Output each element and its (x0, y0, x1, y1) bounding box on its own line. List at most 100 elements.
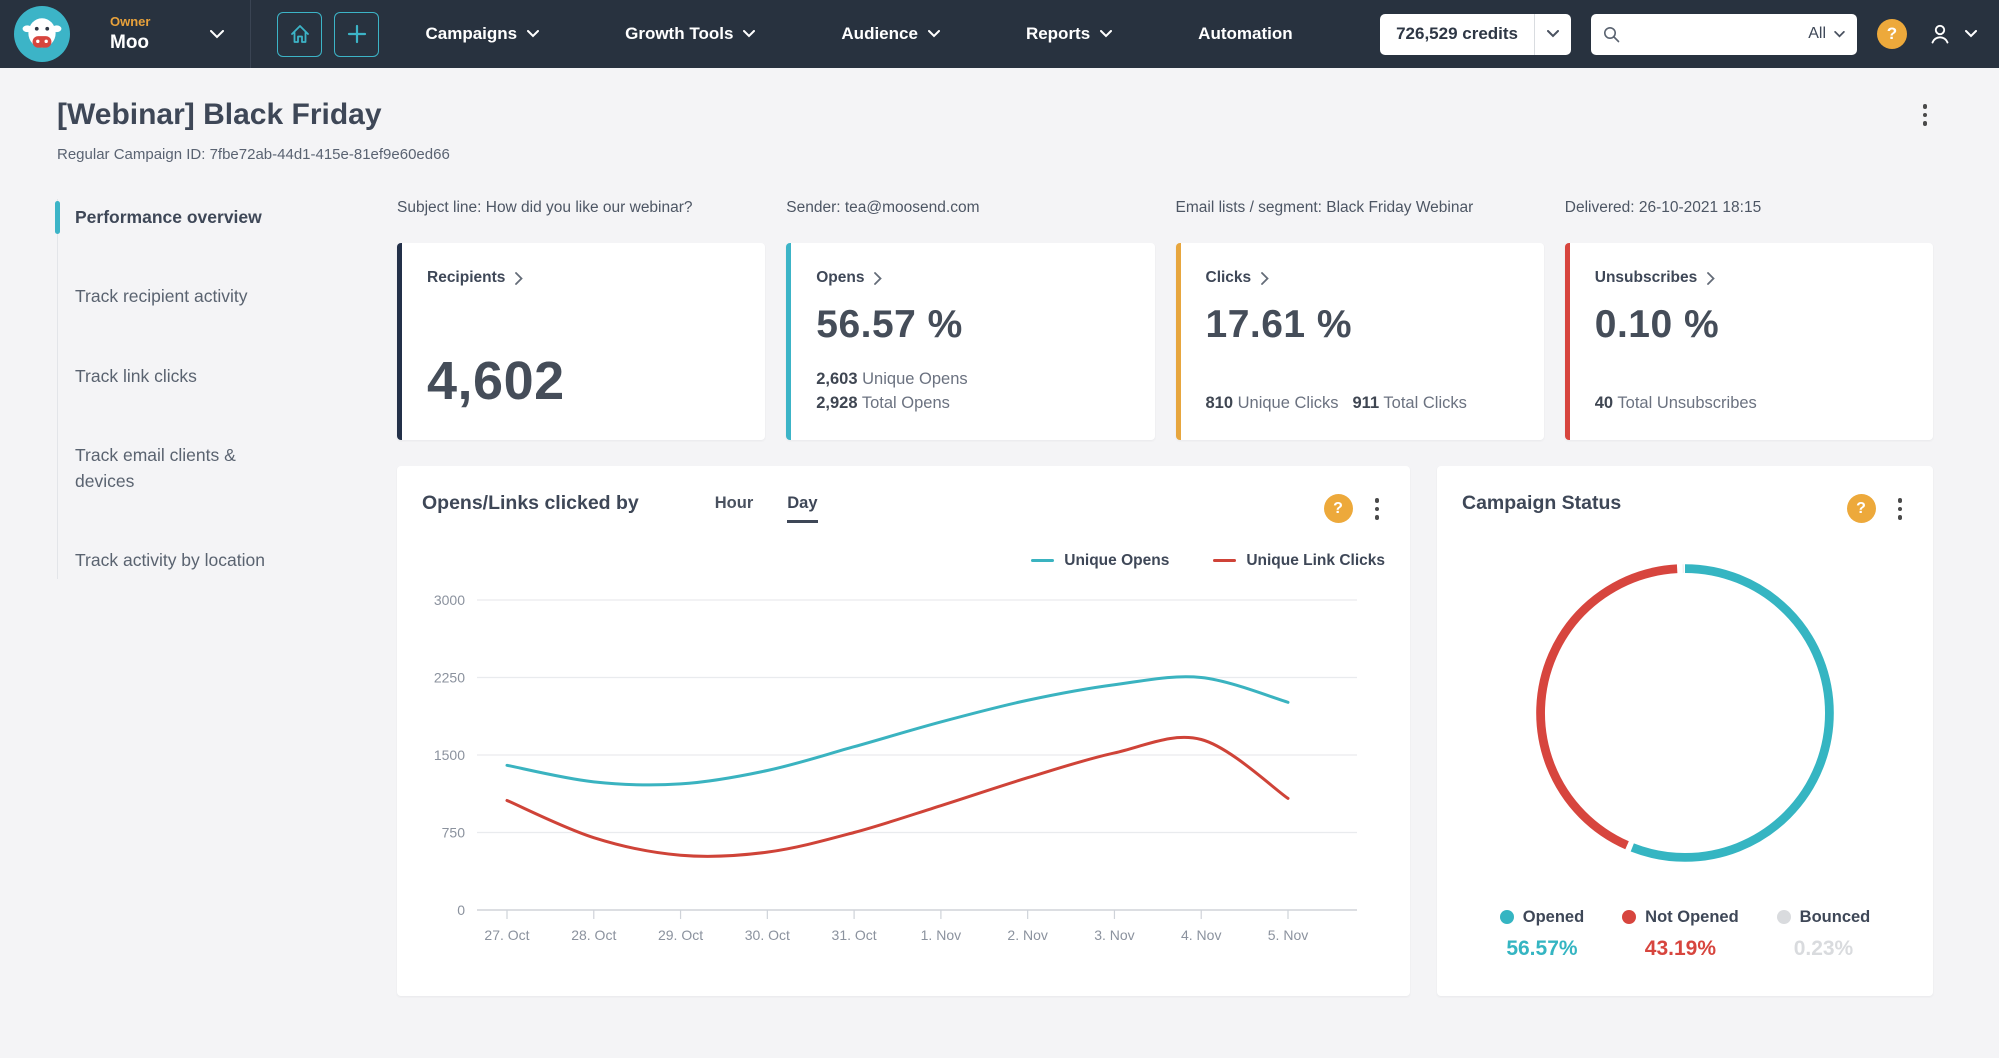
svg-text:1500: 1500 (434, 747, 465, 763)
plus-icon (347, 24, 367, 44)
chart-menu-kebab-icon[interactable] (1369, 492, 1386, 526)
unique-link-clicks-swatch (1213, 558, 1237, 563)
opened-percentage: 56.57% (1506, 936, 1578, 960)
campaign-info-row: Subject line: How did you like our webin… (397, 199, 1933, 217)
svg-text:750: 750 (442, 824, 466, 840)
svg-text:4. Nov: 4. Nov (1181, 927, 1221, 943)
tab-hour[interactable]: Hour (715, 494, 754, 523)
svg-text:2. Nov: 2. Nov (1007, 927, 1047, 943)
menu-item-audience[interactable]: Audience (841, 24, 940, 44)
chevron-right-icon (515, 271, 524, 285)
info-sender: Sender: tea@moosend.com (786, 199, 980, 216)
search-icon (1604, 26, 1620, 42)
recipients-card-link[interactable]: Recipients (427, 269, 737, 287)
svg-text:0: 0 (457, 902, 465, 918)
svg-text:5. Nov: 5. Nov (1268, 927, 1308, 943)
info-subject-line: Subject line: How did you like our webin… (397, 199, 693, 216)
sidebar-item-performance-overview[interactable]: Performance overview (55, 199, 308, 236)
clicks-rate: 17.61 % (1205, 303, 1353, 346)
donut-menu-kebab-icon[interactable] (1892, 492, 1909, 526)
clicks-details: 810 Unique Clicks 911 Total Clicks (1205, 394, 1467, 413)
sidebar-item-email-clients-devices[interactable]: Track email clients & devices (58, 437, 308, 500)
chevron-right-icon (874, 271, 883, 285)
donut-legend: Opened 56.57% Not Opened 43.19% Bounced … (1462, 908, 1908, 961)
account-name: Moo (110, 32, 150, 53)
chevron-down-icon (1834, 30, 1845, 37)
user-menu[interactable] (1927, 21, 1977, 47)
chart-interval-tabs: Hour Day (715, 494, 818, 523)
svg-text:29. Oct: 29. Oct (658, 927, 703, 943)
legend-opened: Opened 56.57% (1499, 908, 1584, 961)
info-delivered: Delivered: 26-10-2021 18:15 (1564, 199, 1762, 216)
unsubscribes-card-link[interactable]: Unsubscribes (1595, 269, 1905, 287)
credits-amount: 726,529 credits (1396, 24, 1518, 43)
search-scope-value: All (1808, 25, 1826, 42)
sidebar-item-recipient-activity[interactable]: Track recipient activity (58, 278, 308, 315)
menu-label: Growth Tools (625, 24, 734, 43)
svg-text:27. Oct: 27. Oct (484, 927, 529, 943)
navbar-divider (250, 0, 252, 68)
legend-unique-link-clicks: Unique Link Clicks (1213, 552, 1385, 570)
account-switcher[interactable]: Owner Moo (110, 14, 225, 54)
opens-details: 2,603 Unique Opens 2,928 Total Opens (816, 370, 968, 413)
home-icon (291, 25, 309, 43)
home-button[interactable] (277, 11, 323, 57)
sidebar-item-activity-by-location[interactable]: Track activity by location (58, 542, 308, 579)
menu-item-growth-tools[interactable]: Growth Tools (625, 24, 756, 44)
page-title: [Webinar] Black Friday (57, 98, 382, 131)
unique-opens-swatch (1031, 558, 1055, 563)
chevron-down-icon (1547, 30, 1559, 38)
svg-text:3000: 3000 (434, 592, 465, 608)
menu-item-reports[interactable]: Reports (1026, 24, 1113, 44)
menu-item-campaigns[interactable]: Campaigns (425, 24, 540, 44)
line-chart-legend: Unique Opens Unique Link Clicks (422, 552, 1385, 570)
svg-text:3. Nov: 3. Nov (1094, 927, 1134, 943)
donut-title: Campaign Status (1462, 492, 1622, 514)
moosend-logo[interactable] (14, 6, 70, 62)
search-input[interactable] (1628, 25, 1801, 43)
svg-text:1. Nov: 1. Nov (921, 927, 961, 943)
menu-label: Audience (841, 24, 918, 43)
sidebar-item-link-clicks[interactable]: Track link clicks (58, 358, 308, 395)
unsubscribes-rate: 0.10 % (1594, 303, 1720, 346)
help-button[interactable]: ? (1877, 19, 1907, 49)
menu-label: Campaigns (425, 24, 518, 43)
menu-item-automation[interactable]: Automation (1198, 24, 1292, 44)
campaign-id: Regular Campaign ID: 7fbe72ab-44d1-415e-… (57, 146, 450, 163)
page-actions-kebab-icon[interactable] (1917, 98, 1934, 132)
chart-title: Opens/Links clicked by (422, 492, 639, 514)
svg-text:31. Oct: 31. Oct (832, 927, 877, 943)
cow-mascot-icon (22, 18, 62, 48)
report-sidebar: Performance overview Track recipient act… (55, 199, 397, 996)
chevron-down-icon (927, 30, 940, 38)
info-email-lists: Email lists / segment: Black Friday Webi… (1175, 199, 1474, 216)
create-new-button[interactable] (334, 11, 380, 57)
svg-text:30. Oct: 30. Oct (745, 927, 790, 943)
search-scope-dropdown[interactable]: All (1808, 25, 1845, 43)
donut-help-button[interactable]: ? (1846, 494, 1876, 524)
svg-text:2250: 2250 (434, 669, 465, 685)
recipients-value: 4,602 (427, 351, 565, 411)
clicks-card-link[interactable]: Clicks (1206, 269, 1516, 287)
chart-help-button[interactable]: ? (1323, 494, 1353, 524)
unsubscribes-details: 40 Total Unsubscribes (1594, 394, 1757, 413)
card-label: Recipients (427, 269, 506, 286)
chevron-down-icon (210, 29, 225, 38)
top-navbar: Owner Moo Campaigns Growth Tools Audienc… (0, 0, 1999, 68)
global-search: All (1591, 13, 1857, 55)
recipients-card: Recipients 4,602 (397, 243, 766, 440)
menu-label: Automation (1198, 24, 1293, 43)
card-label: Unsubscribes (1594, 269, 1698, 286)
tab-day[interactable]: Day (787, 494, 818, 523)
credits-dropdown[interactable]: 726,529 credits (1380, 13, 1571, 55)
chevron-down-icon (527, 30, 540, 38)
opens-links-chart-card: Opens/Links clicked by Hour Day ? Unique… (397, 466, 1410, 996)
clicks-card: Clicks 17.61 % 810 Unique Clicks 911 Tota… (1175, 243, 1544, 440)
svg-text:28. Oct: 28. Oct (571, 927, 616, 943)
user-icon (1931, 24, 1949, 44)
chevron-down-icon (1100, 30, 1113, 38)
account-role: Owner (110, 14, 151, 29)
opens-links-line-chart: 3000 2250 1500 750 0 27. Oct 28. Oct 29. Oct 30.… (434, 592, 1357, 943)
chevron-down-icon (743, 30, 756, 38)
opens-card-link[interactable]: Opens (816, 269, 1126, 287)
